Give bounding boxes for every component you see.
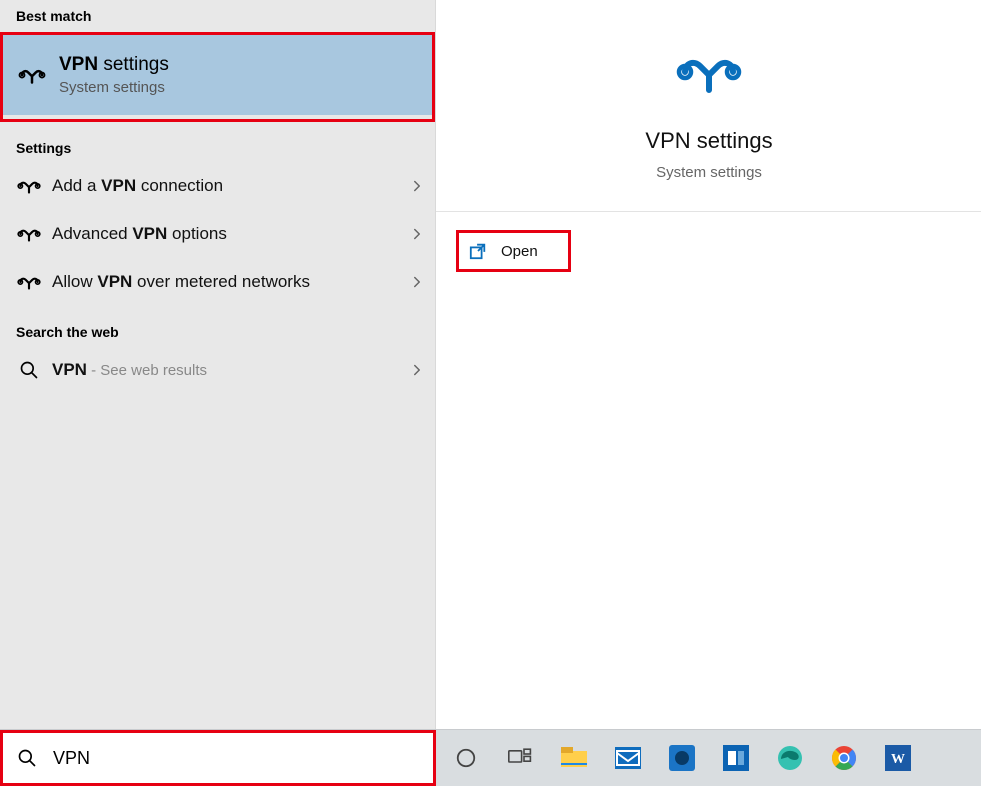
open-button-label: Open [501, 243, 538, 260]
chevron-right-icon [411, 228, 423, 240]
mail-icon[interactable] [614, 744, 642, 772]
cortana-icon[interactable] [452, 744, 480, 772]
app-tile-icon[interactable] [722, 744, 750, 772]
taskbar-search-box[interactable] [0, 730, 436, 786]
section-best-match: Best match [0, 0, 435, 32]
web-result-label: VPN - See web results [46, 360, 411, 380]
search-icon [3, 748, 51, 768]
open-button[interactable]: Open [456, 230, 571, 272]
vpn-icon [12, 177, 46, 195]
file-explorer-icon[interactable] [560, 744, 588, 772]
word-icon[interactable]: W [884, 744, 912, 772]
chevron-right-icon [411, 180, 423, 192]
svg-text:W: W [891, 752, 905, 767]
search-input[interactable] [51, 747, 433, 770]
task-view-icon[interactable] [506, 744, 534, 772]
settings-item-label: Add a VPN connection [46, 176, 411, 196]
app-tile-icon[interactable] [668, 744, 696, 772]
search-results-left: Best match VPN settings System settings … [0, 0, 435, 730]
settings-item-label: Allow VPN over metered networks [46, 272, 411, 292]
edge-icon[interactable] [776, 744, 804, 772]
detail-app-icon [436, 48, 981, 96]
vpn-icon [12, 273, 46, 291]
vpn-icon [15, 65, 49, 85]
settings-item-allow-vpn-metered[interactable]: Allow VPN over metered networks [0, 260, 435, 304]
search-results-panel: Best match VPN settings System settings … [0, 0, 981, 730]
best-match-title: VPN settings [59, 54, 169, 76]
detail-subtitle: System settings [436, 164, 981, 181]
section-search-web: Search the web [0, 316, 435, 348]
search-icon [12, 360, 46, 380]
search-detail-pane: VPN settings System settings Open [435, 0, 981, 730]
section-settings: Settings [0, 132, 435, 164]
vpn-icon [12, 225, 46, 243]
chrome-icon[interactable] [830, 744, 858, 772]
open-icon [469, 242, 487, 260]
best-match-subtitle: System settings [59, 79, 169, 96]
settings-item-advanced-vpn-options[interactable]: Advanced VPN options [0, 212, 435, 256]
best-match-vpn-settings[interactable]: VPN settings System settings [3, 35, 432, 115]
chevron-right-icon [411, 276, 423, 288]
web-result-vpn[interactable]: VPN - See web results [0, 348, 435, 392]
chevron-right-icon [411, 364, 423, 376]
taskbar: W [0, 729, 981, 786]
settings-item-add-vpn-connection[interactable]: Add a VPN connection [0, 164, 435, 208]
detail-title: VPN settings [436, 128, 981, 154]
settings-item-label: Advanced VPN options [46, 224, 411, 244]
